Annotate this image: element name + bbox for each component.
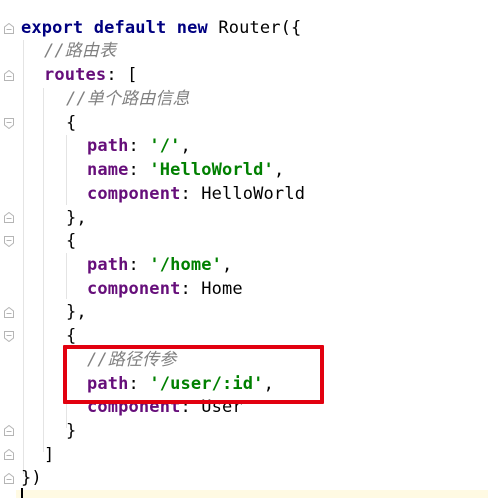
code-text: {	[66, 113, 77, 133]
code-text: ,	[222, 255, 233, 275]
code-line-10[interactable]: {	[66, 230, 76, 254]
indent-guide	[66, 135, 67, 205]
code-text: Router({	[218, 18, 302, 38]
code-text: :	[128, 136, 150, 156]
keyword: export default new	[21, 18, 219, 38]
property-name: path	[87, 136, 129, 156]
code-text: :	[128, 160, 150, 180]
code-line-18[interactable]: }	[66, 420, 76, 444]
code-line-13[interactable]: },	[66, 301, 87, 325]
code-text: }	[66, 421, 77, 441]
property-name: name	[87, 160, 129, 180]
annotation-highlight-box	[63, 345, 324, 404]
string-literal: 'HelloWorld'	[149, 160, 274, 180]
property-name: component	[87, 279, 181, 299]
code-line-7[interactable]: name: 'HelloWorld',	[87, 159, 284, 183]
code-text: : HelloWorld	[180, 184, 306, 204]
code-text: ,	[273, 160, 285, 180]
code-text: {	[66, 231, 77, 251]
code-comment: //单个路由信息	[66, 89, 190, 109]
current-line-highlight	[16, 490, 488, 498]
code-line-4[interactable]: //单个路由信息	[66, 88, 190, 112]
code-line-2[interactable]: //路由表	[44, 40, 116, 64]
fold-collapse-icon[interactable]	[4, 307, 14, 318]
fold-expand-icon[interactable]	[4, 331, 14, 342]
code-line-6[interactable]: path: '/',	[87, 135, 191, 159]
string-literal: '/'	[149, 136, 181, 156]
indent-guide	[66, 253, 67, 299]
property-name: component	[87, 184, 181, 204]
code-line-5[interactable]: {	[66, 112, 76, 136]
code-text: ,	[180, 136, 191, 156]
code-line-20[interactable]: })	[21, 467, 42, 491]
property-name: path	[87, 255, 129, 275]
code-line-12[interactable]: component: Home	[87, 278, 243, 302]
code-text: : [	[106, 65, 138, 85]
code-text: })	[21, 468, 42, 488]
code-line-1[interactable]: export default new Router({	[21, 17, 301, 41]
fold-expand-icon[interactable]	[4, 118, 14, 129]
string-literal: '/home'	[149, 255, 223, 275]
fold-collapse-icon[interactable]	[4, 212, 14, 223]
fold-collapse-icon[interactable]	[4, 70, 14, 81]
code-text: : Home	[180, 279, 243, 299]
code-line-19[interactable]: ]	[44, 444, 54, 468]
indent-guide	[43, 88, 44, 452]
code-comment: //路由表	[44, 41, 117, 61]
code-line-8[interactable]: component: HelloWorld	[87, 183, 305, 207]
code-text: ]	[44, 445, 55, 465]
fold-collapse-icon[interactable]	[4, 449, 14, 460]
fold-expand-icon[interactable]	[4, 236, 14, 247]
code-line-11[interactable]: path: '/home',	[87, 254, 232, 278]
code-text: },	[66, 302, 87, 322]
property-name: routes	[44, 65, 107, 85]
indent-guide	[23, 40, 24, 474]
fold-collapse-icon[interactable]	[4, 473, 14, 484]
code-text: {	[66, 326, 77, 346]
fold-collapse-icon[interactable]	[4, 425, 14, 436]
fold-collapse-icon[interactable]	[4, 23, 14, 34]
code-line-3[interactable]: routes: [	[44, 64, 137, 88]
code-text: },	[66, 208, 87, 228]
code-line-9[interactable]: },	[66, 207, 87, 231]
code-text: :	[128, 255, 150, 275]
